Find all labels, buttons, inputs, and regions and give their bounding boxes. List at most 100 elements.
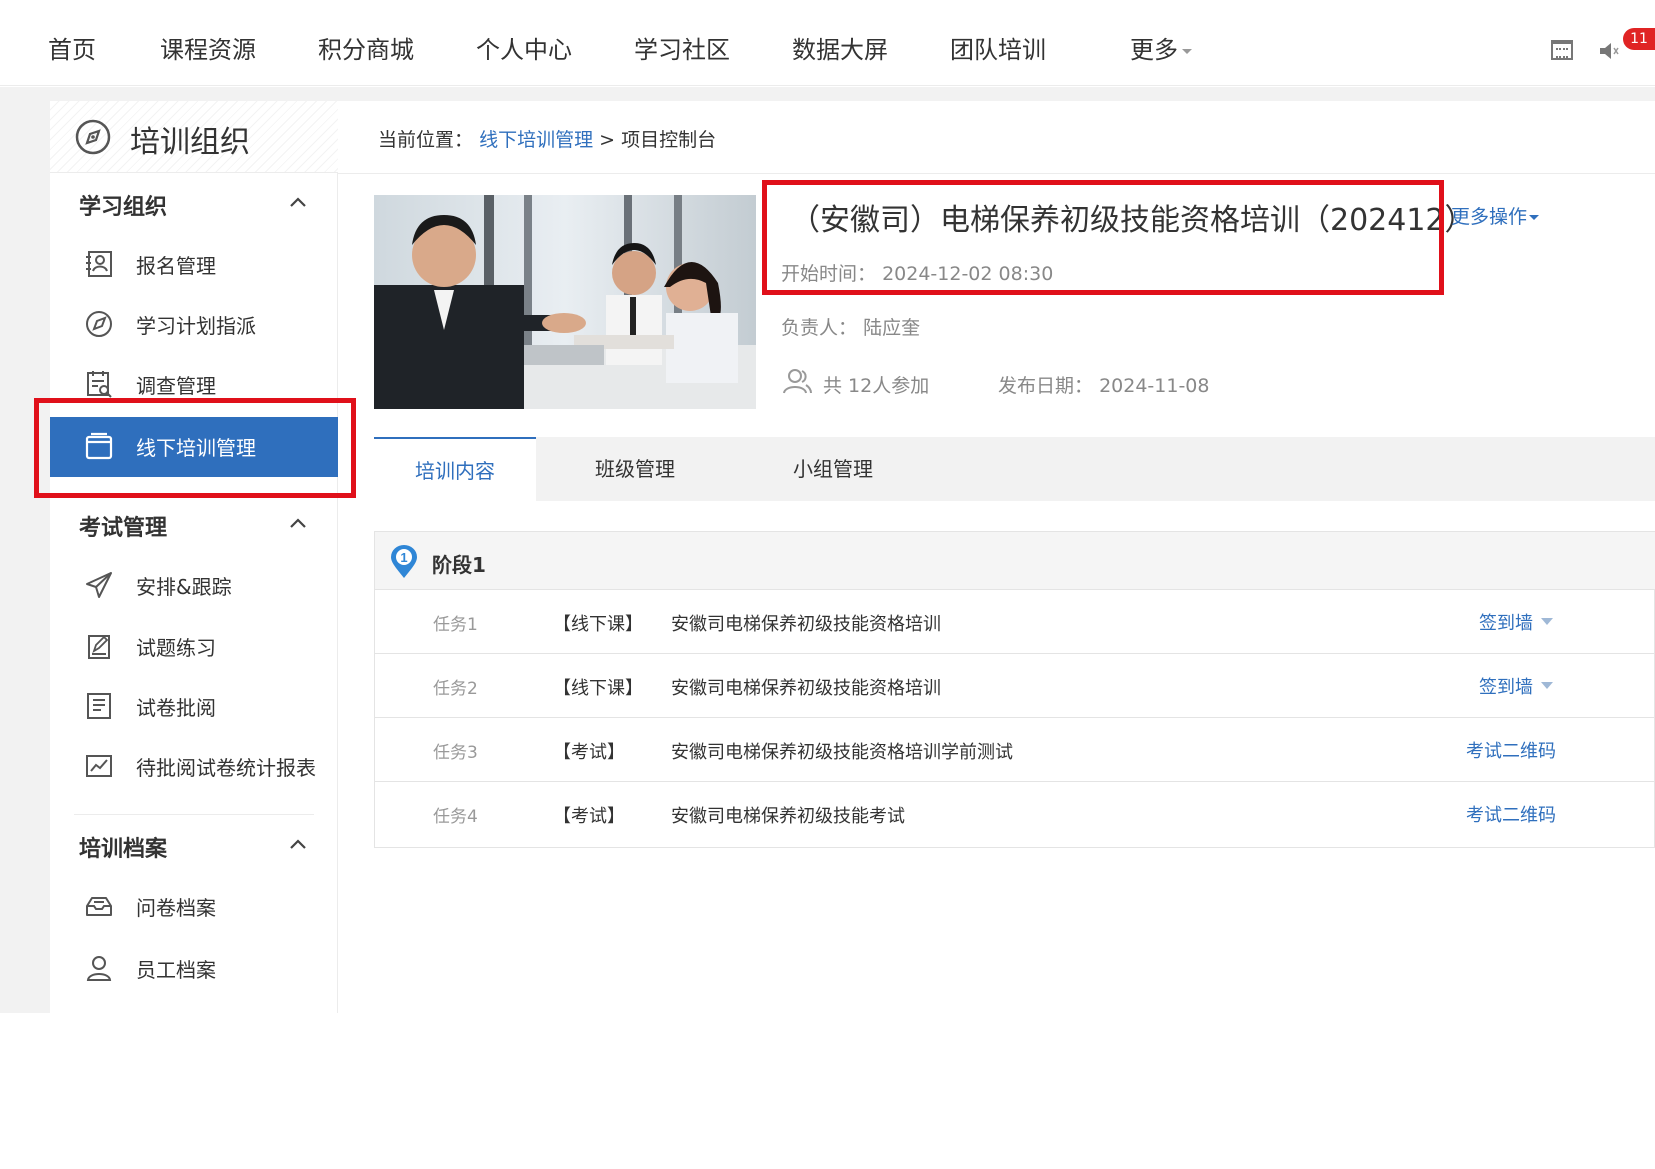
top-navigation: 首页 课程资源 积分商城 个人中心 学习社区 数据大屏 团队培训 更多 11 <box>0 0 1655 86</box>
nav-course-resources[interactable]: 课程资源 <box>160 30 256 65</box>
nav-more[interactable]: 更多 <box>1130 30 1192 65</box>
survey-icon <box>87 371 112 398</box>
nav-points-mall[interactable]: 积分商城 <box>318 30 414 65</box>
sidebar-item-label: 线下培训管理 <box>136 436 256 460</box>
sign-in-wall-link[interactable]: 签到墙 <box>1479 609 1533 635</box>
chevron-down-icon <box>1529 215 1540 220</box>
speaker-icon[interactable] <box>1598 40 1620 62</box>
table-row: 任务4 【考试】 安徽司电梯保养初级技能考试 考试二维码 <box>375 782 1655 846</box>
breadcrumb-separator: > <box>599 129 616 151</box>
paper-plane-icon <box>86 572 112 598</box>
person-icon <box>86 956 112 981</box>
sidebar-item-question-practice[interactable]: 试题练习 <box>50 617 338 673</box>
sign-in-wall-link[interactable]: 签到墙 <box>1479 673 1533 699</box>
stage-header: 1 阶段1 <box>375 532 1655 590</box>
task-number: 任务2 <box>433 679 478 699</box>
table-row: 任务1 【线下课】 安徽司电梯保养初级技能资格培训 签到墙 <box>375 590 1655 654</box>
nav-home[interactable]: 首页 <box>48 30 96 65</box>
stage-panel: 1 阶段1 任务1 【线下课】 安徽司电梯保养初级技能资格培训 签到墙 任务2 … <box>374 531 1655 848</box>
table-row: 任务2 【线下课】 安徽司电梯保养初级技能资格培训 签到墙 <box>375 654 1655 718</box>
task-number: 任务1 <box>433 615 478 635</box>
task-type: 【考试】 <box>553 742 625 763</box>
task-name[interactable]: 安徽司电梯保养初级技能考试 <box>671 802 905 828</box>
task-type: 【线下课】 <box>553 614 643 635</box>
start-time-label: 开始时间： <box>781 263 877 285</box>
sidebar-divider <box>74 814 314 815</box>
sidebar-item-label: 待批阅试卷统计报表 <box>136 756 316 780</box>
nav-personal-center[interactable]: 个人中心 <box>476 30 572 65</box>
task-type: 【线下课】 <box>553 678 643 699</box>
tab-training-content[interactable]: 培训内容 <box>374 437 536 501</box>
exam-qr-code-link[interactable]: 考试二维码 <box>1466 737 1556 763</box>
tab-class-management[interactable]: 班级管理 <box>536 437 734 501</box>
users-icon <box>783 369 812 394</box>
svg-text:1: 1 <box>400 550 407 565</box>
sidebar-item-paper-review[interactable]: 试卷批阅 <box>50 677 338 733</box>
sidebar-item-label: 安排&跟踪 <box>136 575 232 599</box>
sidebar-item-label: 试卷批阅 <box>136 696 216 720</box>
chevron-up-icon[interactable] <box>286 512 310 536</box>
nav-learning-community[interactable]: 学习社区 <box>634 30 730 65</box>
sidebar-item-label: 问卷档案 <box>136 896 216 920</box>
task-number: 任务4 <box>433 807 478 827</box>
breadcrumb-prefix: 当前位置： <box>378 129 474 151</box>
task-name[interactable]: 安徽司电梯保养初级技能资格培训 <box>671 610 941 636</box>
section-title-exam-mgmt: 考试管理 <box>79 516 168 541</box>
task-number: 任务3 <box>433 743 478 763</box>
owner-value: 陆应奎 <box>863 317 921 339</box>
sidebar-item-survey[interactable]: 调查管理 <box>50 355 338 411</box>
tab-group-management[interactable]: 小组管理 <box>734 437 932 501</box>
breadcrumb-divider <box>338 173 1655 174</box>
stage-number-pin-icon: 1 <box>391 545 417 578</box>
course-cover-image <box>374 195 756 409</box>
calendar-icon[interactable] <box>1551 40 1573 60</box>
chevron-down-icon[interactable] <box>1541 618 1553 625</box>
user-card-icon <box>86 251 112 277</box>
exam-qr-code-link[interactable]: 考试二维码 <box>1466 801 1556 827</box>
stage-label: 阶段1 <box>432 553 486 577</box>
sidebar-item-label: 员工档案 <box>136 958 216 982</box>
sidebar-item-questionnaire-records[interactable]: 问卷档案 <box>50 877 338 933</box>
chevron-up-icon[interactable] <box>286 191 310 215</box>
section-title-training-records: 培训档案 <box>79 837 168 862</box>
nav-data-screen[interactable]: 数据大屏 <box>792 30 888 65</box>
publish-date: 发布日期： 2024-11-08 <box>998 371 1209 398</box>
compass-send-icon <box>86 311 112 337</box>
start-time: 开始时间： 2024-12-02 08:30 <box>781 259 1053 286</box>
page-bottom-blank <box>0 1013 1655 1169</box>
sidebar-item-offline-training[interactable]: 线下培训管理 <box>50 417 338 477</box>
sidebar-item-employee-records[interactable]: 员工档案 <box>50 939 338 995</box>
owner-label: 负责人： <box>781 317 858 339</box>
more-operations-dropdown[interactable]: 更多操作 <box>1451 202 1540 229</box>
sidebar-item-registration[interactable]: 报名管理 <box>50 235 338 291</box>
task-name[interactable]: 安徽司电梯保养初级技能资格培训 <box>671 674 941 700</box>
more-operations-label: 更多操作 <box>1451 206 1528 228</box>
sidebar-item-study-plan[interactable]: 学习计划指派 <box>50 295 338 351</box>
start-time-value: 2024-12-02 08:30 <box>882 263 1054 285</box>
chevron-up-icon[interactable] <box>286 833 310 857</box>
owner: 负责人： 陆应奎 <box>781 313 920 340</box>
section-title-learning-org: 学习组织 <box>79 195 168 220</box>
nav-more-label: 更多 <box>1130 36 1178 64</box>
publish-date-value: 2024-11-08 <box>1099 375 1210 397</box>
task-type: 【考试】 <box>553 806 625 827</box>
tray-icon <box>86 897 112 916</box>
task-name[interactable]: 安徽司电梯保养初级技能资格培训学前测试 <box>671 738 1013 764</box>
chevron-down-icon[interactable] <box>1541 682 1553 689</box>
chart-icon <box>86 755 112 777</box>
sidebar-item-label: 调查管理 <box>136 374 216 398</box>
chevron-down-icon <box>1182 48 1192 54</box>
sidebar: 培训组织 学习组织 报名管理 学习计划指派 调查管理 线下培训管理 考试管理 安… <box>50 101 338 1013</box>
window-icon <box>85 432 113 460</box>
table-row: 任务3 【考试】 安徽司电梯保养初级技能资格培训学前测试 考试二维码 <box>375 718 1655 782</box>
notification-badge[interactable]: 11 <box>1623 28 1655 50</box>
sidebar-item-arrange-track[interactable]: 安排&跟踪 <box>50 556 338 612</box>
course-title: （安徽司）电梯保养初级技能资格培训（202412） <box>790 203 1475 238</box>
tab-bar: 培训内容 班级管理 小组管理 <box>374 437 1655 501</box>
sidebar-item-pending-report[interactable]: 待批阅试卷统计报表 <box>50 737 338 793</box>
breadcrumb-current: 项目控制台 <box>621 129 717 151</box>
compass-icon <box>75 119 111 155</box>
sidebar-item-label: 学习计划指派 <box>136 314 256 338</box>
nav-team-training[interactable]: 团队培训 <box>950 30 1046 65</box>
breadcrumb-link-offline-training[interactable]: 线下培训管理 <box>479 129 593 151</box>
